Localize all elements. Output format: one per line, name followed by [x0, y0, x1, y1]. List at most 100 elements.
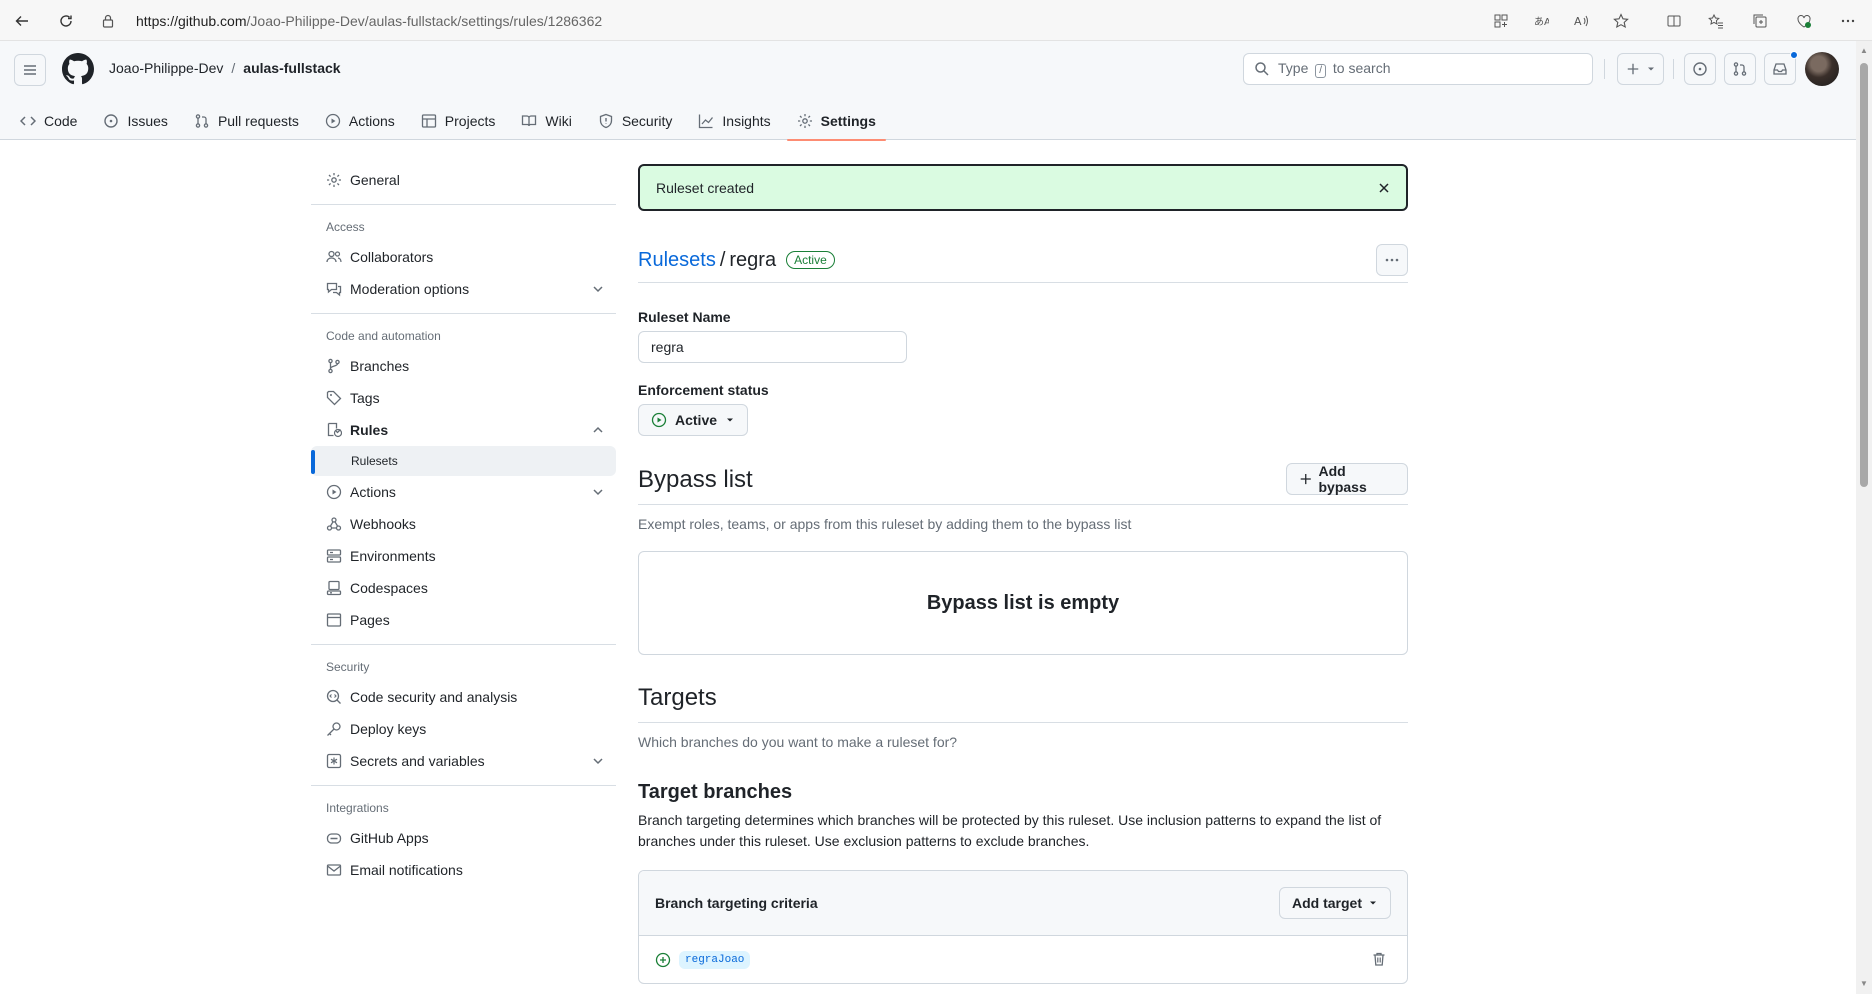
sidebar-item-branches[interactable]: Branches — [311, 350, 616, 382]
hubot-icon — [326, 833, 342, 844]
collections-icon[interactable] — [1748, 9, 1772, 33]
split-screen-icon[interactable] — [1662, 9, 1686, 33]
issues-button[interactable] — [1684, 53, 1716, 85]
trash-icon[interactable] — [1371, 951, 1387, 967]
key-icon — [327, 722, 341, 736]
kebab-horizontal-icon — [1385, 258, 1399, 262]
page-scrollbar[interactable]: ▲ ▼ — [1856, 41, 1872, 994]
create-new-button[interactable] — [1617, 53, 1664, 85]
sidebar-item-rules[interactable]: Rules — [311, 414, 616, 446]
bypass-empty-text: Bypass list is empty — [926, 591, 1120, 614]
server-icon — [326, 549, 342, 563]
address-bar[interactable]: https://github.com/Joao-Philippe-Dev/aul… — [96, 6, 1496, 35]
sidebar-heading-access: Access — [326, 220, 365, 234]
back-icon[interactable] — [10, 9, 34, 33]
tab-insights[interactable]: Insights — [688, 102, 780, 140]
tab-code[interactable]: Code — [10, 102, 87, 140]
enforcement-status-dropdown[interactable]: Active — [638, 404, 748, 436]
sidebar-item-code-security[interactable]: Code security and analysis — [311, 681, 616, 713]
sidebar-item-codespaces[interactable]: Codespaces — [311, 572, 616, 604]
sidebar-item-collaborators[interactable]: Collaborators — [311, 241, 616, 273]
book-icon — [522, 115, 537, 127]
sidebar-item-moderation[interactable]: Moderation options — [311, 273, 616, 305]
repo-name-link[interactable]: aulas-fullstack — [243, 60, 340, 76]
repo-path-separator: / — [231, 60, 236, 76]
sidebar-item-actions[interactable]: Actions — [311, 476, 616, 508]
table-icon — [421, 114, 436, 128]
tag-icon — [326, 390, 342, 406]
lock-icon — [96, 14, 120, 28]
sidebar-item-github-apps[interactable]: GitHub Apps — [311, 822, 616, 854]
tab-security[interactable]: Security — [588, 102, 683, 140]
app-available-icon[interactable] — [1489, 9, 1513, 33]
header-divider — [1604, 59, 1605, 79]
tab-settings-label: Settings — [820, 113, 876, 129]
scroll-up-arrow-icon[interactable]: ▲ — [1860, 47, 1868, 55]
close-icon[interactable] — [1376, 180, 1392, 196]
ruleset-name-input[interactable] — [638, 331, 907, 363]
tab-issues[interactable]: Issues — [93, 102, 177, 140]
github-header: Joao-Philippe-Dev / aulas-fullstack Type… — [0, 41, 1856, 141]
play-icon — [325, 113, 341, 129]
more-actions-button[interactable] — [1376, 244, 1408, 276]
mail-icon — [326, 864, 342, 876]
tab-projects[interactable]: Projects — [411, 102, 506, 140]
plus-circle-icon — [655, 952, 671, 968]
graph-icon — [699, 114, 714, 129]
add-target-button[interactable]: Add target — [1279, 887, 1391, 919]
sidebar-divider — [311, 785, 616, 786]
sidebar-item-deploy-keys[interactable]: Deploy keys — [311, 713, 616, 745]
chevron-down-icon — [593, 758, 603, 765]
code-icon — [20, 116, 36, 126]
add-bypass-button[interactable]: Add bypass — [1286, 463, 1408, 495]
avatar[interactable] — [1805, 52, 1839, 86]
refresh-icon[interactable] — [54, 9, 78, 33]
sidebar-item-rulesets[interactable]: Rulesets — [311, 446, 616, 476]
sidebar-item-pages[interactable]: Pages — [311, 604, 616, 636]
github-logo-icon[interactable] — [62, 53, 94, 85]
favorite-star-icon[interactable] — [1609, 9, 1633, 33]
search-input[interactable]: Type / to search — [1243, 53, 1593, 85]
inbox-button[interactable] — [1764, 51, 1798, 85]
scrollbar-thumb[interactable] — [1860, 63, 1868, 487]
sidebar-item-label: Secrets and variables — [350, 753, 485, 769]
sidebar-item-label: Pages — [350, 612, 390, 628]
pull-requests-button[interactable] — [1724, 53, 1756, 85]
translate-icon[interactable]: あA — [1529, 9, 1553, 33]
sidebar-item-tags[interactable]: Tags — [311, 382, 616, 414]
sidebar-item-email-notifications[interactable]: Email notifications — [311, 854, 616, 886]
more-options-icon[interactable] — [1836, 9, 1860, 33]
repo-rules-icon — [327, 422, 342, 438]
repo-owner-link[interactable]: Joao-Philippe-Dev — [109, 60, 223, 76]
favorites-icon[interactable] — [1704, 9, 1728, 33]
hamburger-icon — [24, 65, 36, 75]
sidebar-item-secrets[interactable]: Secrets and variables — [311, 745, 616, 777]
sidebar-item-label: Rules — [350, 422, 389, 438]
divider — [638, 282, 1408, 283]
comment-discussion-icon — [326, 282, 342, 297]
sidebar-divider — [311, 644, 616, 645]
sidebar-item-label: GitHub Apps — [350, 830, 429, 846]
flash-success-banner: Ruleset created — [638, 164, 1408, 211]
scroll-down-arrow-icon[interactable]: ▼ — [1860, 980, 1868, 988]
tab-wiki[interactable]: Wiki — [511, 102, 581, 140]
pull-request-icon — [1733, 62, 1747, 76]
browser-essentials-icon[interactable] — [1792, 9, 1816, 33]
tab-actions[interactable]: Actions — [315, 102, 405, 140]
tab-pull-requests[interactable]: Pull requests — [184, 102, 309, 140]
target-branches-heading: Target branches — [638, 781, 793, 803]
sidebar-item-webhooks[interactable]: Webhooks — [311, 508, 616, 540]
caret-down-icon — [1647, 67, 1654, 71]
notification-dot — [1790, 51, 1798, 59]
rulesets-breadcrumb-link[interactable]: Rulesets — [638, 249, 716, 272]
divider — [638, 722, 1408, 723]
sidebar-item-general[interactable]: General — [311, 164, 616, 196]
sidebar-divider — [311, 204, 616, 205]
read-aloud-icon[interactable]: A — [1569, 9, 1593, 33]
status-badge: Active — [786, 251, 835, 269]
tab-settings[interactable]: Settings — [786, 102, 887, 141]
search-icon — [1255, 62, 1269, 76]
search-placeholder: Type / to search — [1278, 60, 1391, 78]
sidebar-item-environments[interactable]: Environments — [311, 540, 616, 572]
hamburger-menu-button[interactable] — [14, 54, 46, 86]
